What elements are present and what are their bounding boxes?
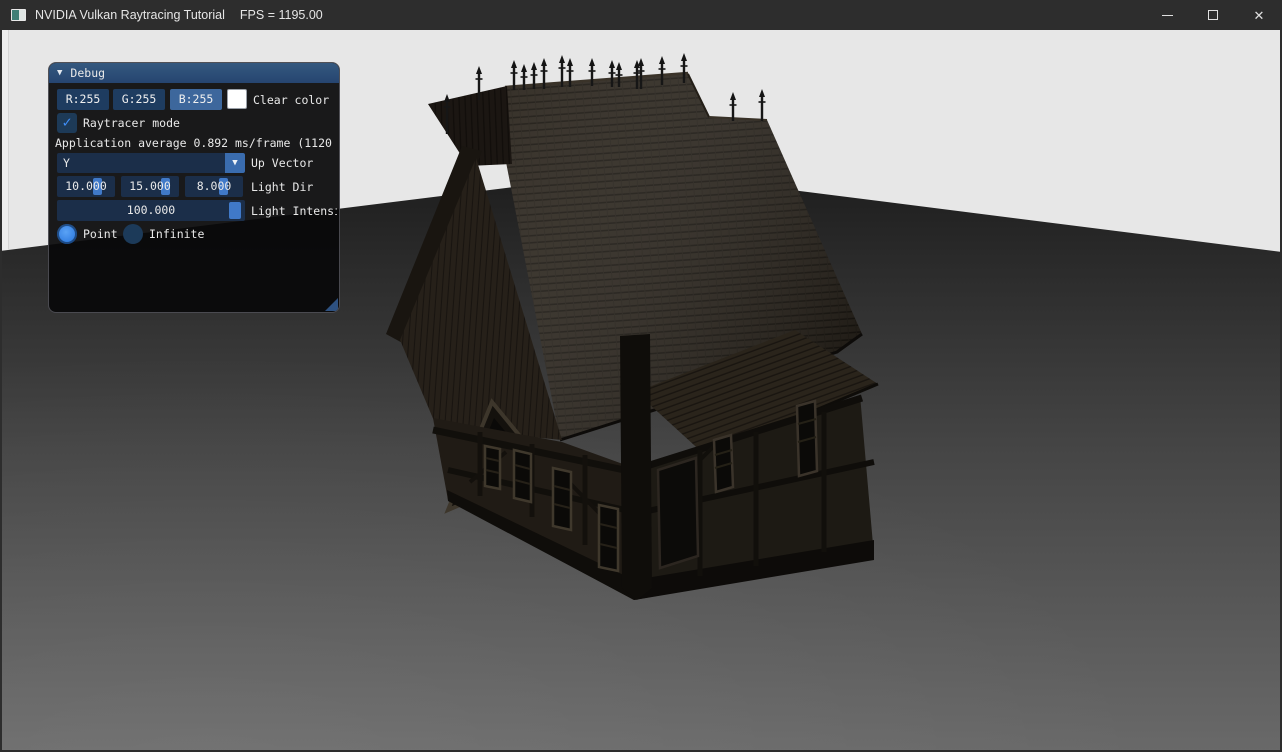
clear-color-swatch[interactable]: [227, 89, 247, 109]
raytracer-checkbox[interactable]: ✓: [57, 113, 77, 133]
light-dir-y-value: 15.000: [121, 176, 179, 197]
light-dir-x-slider[interactable]: 10.000: [57, 176, 115, 197]
debug-panel-titlebar[interactable]: ▼ Debug: [49, 63, 339, 83]
house-door: [658, 458, 698, 568]
checkmark-icon: ✓: [62, 115, 71, 130]
house-corner-post: [620, 334, 652, 600]
debug-panel-title: Debug: [70, 66, 105, 80]
combo-arrow-button[interactable]: ▼: [225, 153, 245, 173]
fps-counter: FPS = 1195.00: [240, 8, 323, 22]
close-button[interactable]: ✕: [1236, 0, 1282, 30]
light-dir-y-slider[interactable]: 15.000: [121, 176, 179, 197]
resize-grip[interactable]: [325, 298, 338, 311]
light-intensity-label: Light Intensity: [251, 201, 337, 221]
up-vector-combo[interactable]: Y ▼: [57, 153, 245, 173]
titlebar[interactable]: NVIDIA Vulkan Raytracing Tutorial FPS = …: [0, 0, 1282, 30]
chevron-down-icon: ▼: [232, 158, 237, 168]
close-icon: ✕: [1254, 9, 1265, 22]
up-vector-label: Up Vector: [251, 153, 313, 173]
infinite-light-label: Infinite: [149, 224, 204, 244]
blue-value-button[interactable]: B:255: [170, 89, 222, 110]
light-intensity-slider[interactable]: 100.000: [57, 200, 245, 221]
green-value-button[interactable]: G:255: [113, 89, 165, 110]
light-intensity-value: 100.000: [57, 200, 245, 221]
debug-panel: ▼ Debug R:255 G:255 B:255 Clear color ✓ …: [48, 62, 340, 313]
perf-stats-text: Application average 0.892 ms/frame (1120: [55, 133, 340, 153]
light-dir-x-value: 10.000: [57, 176, 115, 197]
point-light-radio[interactable]: [57, 224, 77, 244]
app-window: NVIDIA Vulkan Raytracing Tutorial FPS = …: [0, 0, 1282, 752]
minimize-button[interactable]: [1144, 0, 1190, 30]
collapse-triangle-icon[interactable]: ▼: [57, 68, 62, 78]
minimize-icon: [1162, 15, 1173, 16]
maximize-icon: [1208, 10, 1218, 20]
light-dir-label: Light Dir: [251, 177, 313, 197]
light-dir-z-slider[interactable]: 8.000: [185, 176, 243, 197]
room-left-wall: [2, 30, 8, 252]
light-dir-z-value: 8.000: [185, 176, 243, 197]
infinite-light-radio[interactable]: [123, 224, 143, 244]
window-title: NVIDIA Vulkan Raytracing Tutorial: [35, 8, 225, 22]
maximize-button[interactable]: [1190, 0, 1236, 30]
app-icon: [11, 9, 26, 21]
raytracer-label: Raytracer mode: [83, 113, 180, 133]
point-light-label: Point: [83, 224, 118, 244]
red-value-button[interactable]: R:255: [57, 89, 109, 110]
clear-color-label: Clear color: [253, 90, 329, 110]
combo-value: Y: [63, 153, 70, 173]
